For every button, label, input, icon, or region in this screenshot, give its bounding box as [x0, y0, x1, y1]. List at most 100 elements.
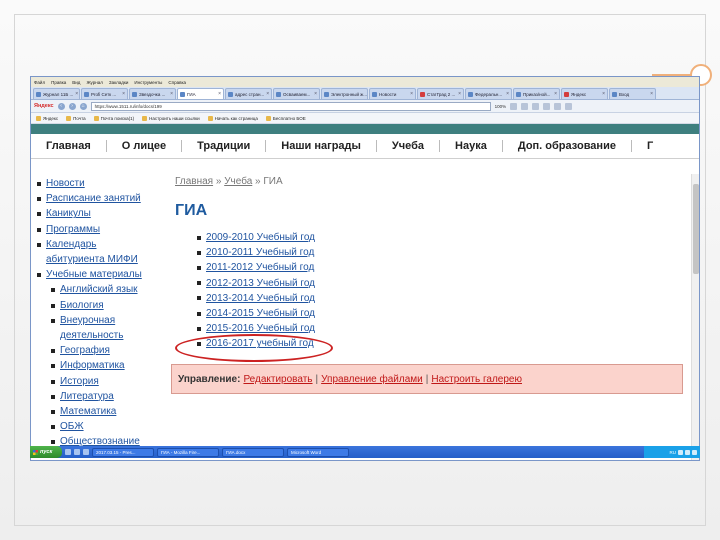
menu-tools[interactable]: Инструменты — [134, 80, 162, 85]
year-link[interactable]: 2009-2010 Учебный год — [197, 230, 691, 245]
menu-icon[interactable] — [565, 102, 573, 110]
browser-tab[interactable]: Журнал 11Б ... × — [33, 88, 80, 99]
sidebar-item-materials[interactable]: Учебные материалы — [37, 267, 171, 282]
toolbar-icon[interactable] — [554, 102, 562, 110]
menu-bookmarks[interactable]: Закладки — [109, 80, 128, 85]
close-icon[interactable]: × — [218, 91, 221, 97]
browser-tab[interactable]: Федеральн... × — [465, 88, 512, 99]
sidebar-item-news[interactable]: Новости — [37, 176, 171, 191]
close-icon[interactable]: × — [314, 91, 317, 97]
nav-extra-education[interactable]: Доп. образование — [503, 140, 632, 152]
close-icon[interactable]: × — [122, 91, 125, 97]
address-bar[interactable]: https://www.1511.ru/info/docs/199 — [90, 101, 491, 111]
close-icon[interactable]: × — [266, 91, 269, 97]
scrollbar-thumb[interactable] — [693, 184, 699, 274]
start-button[interactable]: пуск — [30, 446, 62, 458]
vertical-scrollbar[interactable] — [691, 174, 699, 460]
breadcrumb-home[interactable]: Главная — [175, 176, 213, 187]
toolbar-icon[interactable] — [521, 102, 529, 110]
year-link[interactable]: 2012-2013 Учебный год — [197, 276, 691, 291]
menu-help[interactable]: Справка — [168, 80, 186, 85]
manage-files-link[interactable]: Управление файлами — [321, 374, 423, 385]
menu-file[interactable]: Файл — [34, 80, 45, 85]
menu-history[interactable]: Журнал — [86, 80, 102, 85]
bookmark-item[interactable]: Настроить наши ссылки — [142, 115, 200, 121]
breadcrumb-study[interactable]: Учеба — [224, 176, 252, 187]
browser-tab[interactable]: Вход × — [609, 88, 656, 99]
nav-home[interactable]: Главная — [31, 140, 107, 152]
browser-tab-active[interactable]: ГИА × — [177, 88, 224, 99]
sidebar-item-extracurricular[interactable]: Внеурочная — [37, 313, 171, 328]
quicklaunch-icon[interactable] — [65, 449, 71, 455]
close-icon[interactable]: × — [410, 91, 413, 97]
close-icon[interactable]: × — [170, 91, 173, 97]
nav-science[interactable]: Наука — [440, 140, 503, 152]
browser-tab[interactable]: Profi Сетк ... × — [81, 88, 128, 99]
sidebar-item-literature[interactable]: Литература — [37, 389, 171, 404]
sidebar-item-history[interactable]: История — [37, 374, 171, 389]
tray-icon[interactable] — [692, 449, 697, 455]
sidebar-item-math[interactable]: Математика — [37, 404, 171, 419]
nav-awards[interactable]: Наши награды — [266, 140, 377, 152]
nav-more[interactable]: Г — [632, 140, 668, 152]
gallery-settings-link[interactable]: Настроить галерею — [431, 374, 522, 385]
browser-tab[interactable]: СтатГрад 2 ... × — [417, 88, 464, 99]
sidebar-item-programs[interactable]: Программы — [37, 222, 171, 237]
forward-icon[interactable]: › — [68, 102, 76, 110]
sidebar-item-geography[interactable]: География — [37, 343, 171, 358]
close-icon[interactable]: × — [506, 91, 509, 97]
browser-tab[interactable]: Осваиваем... × — [273, 88, 320, 99]
menu-view[interactable]: Вид — [72, 80, 80, 85]
bookmark-item[interactable]: Начать как страница — [207, 115, 258, 121]
sidebar-item-holidays[interactable]: Каникулы — [37, 206, 171, 221]
back-icon[interactable]: ‹ — [57, 102, 65, 110]
quicklaunch-icon[interactable] — [83, 449, 89, 455]
sidebar-item-obzh[interactable]: ОБЖ — [37, 419, 171, 434]
taskbar-button[interactable]: ГИА.docx — [222, 447, 284, 457]
toolbar-icon[interactable] — [510, 102, 518, 110]
bookmark-item[interactable]: Почта поиска(1) — [93, 115, 134, 121]
browser-tab[interactable]: Приказ/ной... × — [513, 88, 560, 99]
close-icon[interactable]: × — [554, 91, 557, 97]
browser-tab[interactable]: Звездочка ... × — [129, 88, 176, 99]
sidebar-item-calendar-cont[interactable]: абитуриента МИФИ — [37, 252, 171, 267]
browser-tab[interactable]: Новости × — [369, 88, 416, 99]
browser-tab[interactable]: Электронный ж...× — [321, 88, 368, 99]
bookmark-item[interactable]: Бесплатно БОЕ — [265, 115, 306, 121]
bookmark-item[interactable]: Яндекс — [36, 115, 58, 121]
toolbar-icon[interactable] — [543, 102, 551, 110]
sidebar-item-extracurricular-cont[interactable]: деятельность — [37, 328, 171, 343]
sidebar-item-calendar[interactable]: Календарь — [37, 237, 171, 252]
year-link[interactable]: 2013-2014 Учебный год — [197, 291, 691, 306]
close-icon[interactable]: × — [650, 91, 653, 97]
tray-icon[interactable] — [678, 449, 683, 455]
nav-traditions[interactable]: Традиции — [182, 140, 267, 152]
close-icon[interactable]: × — [458, 91, 461, 97]
language-indicator[interactable]: RU — [670, 450, 677, 455]
year-link[interactable]: 2011-2012 Учебный год — [197, 260, 691, 275]
year-link[interactable]: 2010-2011 Учебный год — [197, 245, 691, 260]
sidebar-item-schedule[interactable]: Расписание занятий — [37, 191, 171, 206]
tray-icon[interactable] — [685, 449, 690, 455]
edit-link[interactable]: Редактировать — [243, 374, 312, 385]
taskbar-button[interactable]: 2017.03.15 - Pres... — [92, 447, 154, 457]
year-link[interactable]: 2014-2015 Учебный год — [197, 306, 691, 321]
sidebar-item-english[interactable]: Английский язык — [37, 282, 171, 297]
close-icon[interactable]: × — [75, 91, 78, 97]
toolbar-icon[interactable] — [532, 102, 540, 110]
sidebar-item-informatics[interactable]: Информатика — [37, 358, 171, 373]
nav-about[interactable]: О лицее — [107, 140, 183, 152]
yandex-button[interactable]: Яндекс — [34, 103, 54, 109]
sidebar-item-biology[interactable]: Биология — [37, 298, 171, 313]
browser-tab[interactable]: адрес стран... × — [225, 88, 272, 99]
menu-edit[interactable]: Правка — [51, 80, 66, 85]
home-icon[interactable]: ⌂ — [79, 102, 87, 110]
browser-tab[interactable]: Яндекс × — [561, 88, 608, 99]
nav-study[interactable]: Учеба — [377, 140, 441, 152]
taskbar-button[interactable]: ГИА - Mozilla Fire... — [157, 447, 219, 457]
zoom-level[interactable]: 100% — [495, 104, 507, 109]
taskbar-button[interactable]: Microsoft Word — [287, 447, 349, 457]
close-icon[interactable]: × — [602, 91, 605, 97]
bookmark-item[interactable]: Почта — [66, 115, 86, 121]
quicklaunch-icon[interactable] — [74, 449, 80, 455]
